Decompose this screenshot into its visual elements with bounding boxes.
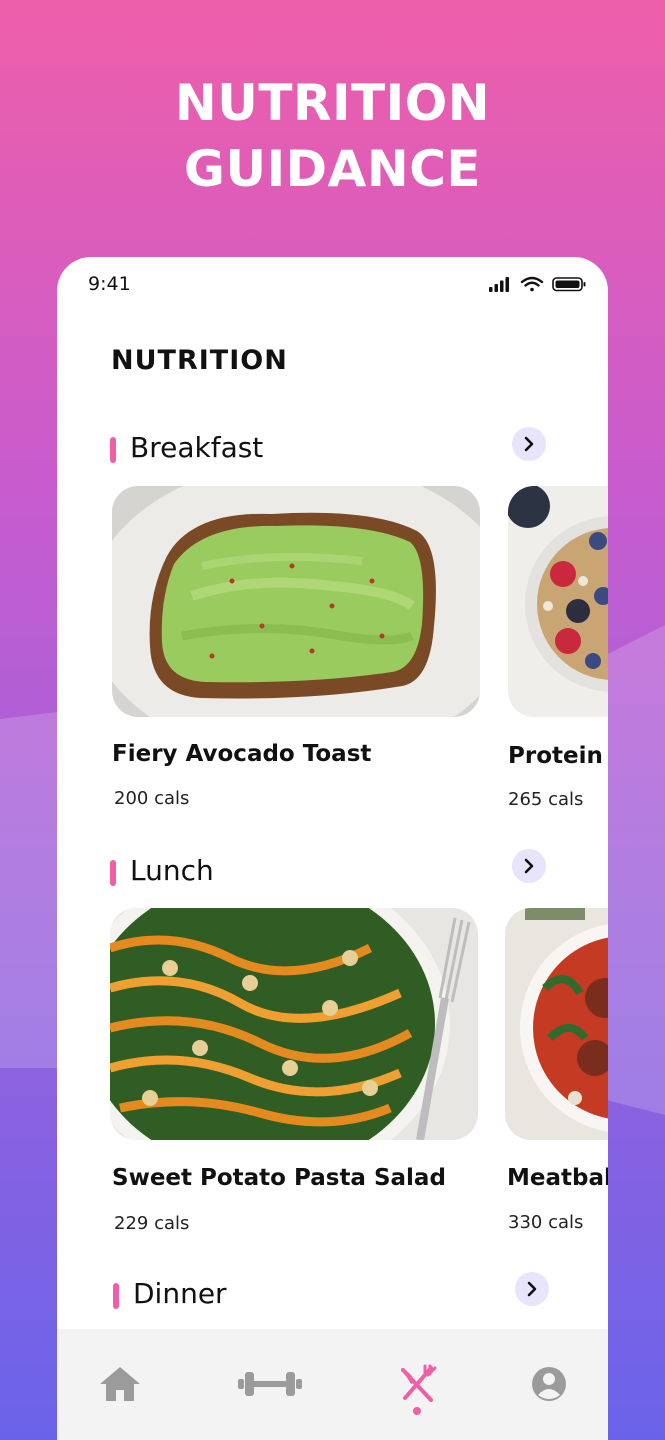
food-calories: 229 cals (114, 1213, 190, 1234)
avocado-toast-image (112, 486, 480, 717)
status-time: 9:41 (88, 273, 131, 295)
bottom-tab-bar (57, 1329, 608, 1440)
page-title: NUTRITION (111, 345, 288, 376)
chevron-right-icon (527, 1281, 537, 1297)
food-calories: 330 cals (508, 1212, 584, 1233)
food-name: Fiery Avocado Toast (112, 741, 372, 767)
food-calories: 200 cals (114, 788, 190, 809)
active-tab-indicator (413, 1407, 421, 1415)
chevron-right-icon (524, 858, 534, 874)
promo-headline: NUTRITION GUIDANCE (0, 70, 665, 202)
section-title-lunch: Lunch (130, 854, 214, 887)
section-title-breakfast: Breakfast (130, 431, 264, 464)
dumbbell-icon (238, 1372, 302, 1396)
food-calories: 265 cals (508, 789, 584, 810)
lunch-see-all-button[interactable] (512, 849, 546, 883)
food-name: Meatbal (507, 1165, 608, 1191)
wifi-icon (520, 276, 544, 292)
headline-line-1: NUTRITION (174, 74, 491, 132)
breakfast-see-all-button[interactable] (512, 427, 546, 461)
tab-nutrition[interactable] (394, 1361, 440, 1407)
tab-home[interactable] (97, 1361, 143, 1407)
tab-workout[interactable] (237, 1361, 303, 1407)
home-icon (100, 1367, 140, 1401)
section-marker (110, 860, 116, 886)
tab-profile[interactable] (526, 1361, 572, 1407)
protein-bowl-image (508, 486, 608, 717)
meatball-image (505, 908, 608, 1140)
background-shape-left (0, 712, 58, 1068)
dinner-see-all-button[interactable] (515, 1272, 549, 1306)
battery-icon (552, 277, 586, 292)
section-marker (110, 437, 116, 463)
headline-line-2: GUIDANCE (183, 140, 482, 198)
section-marker (113, 1283, 119, 1309)
phone-screen: 9:41 NUTRITION Breakfast Fiery Avocado T… (57, 257, 608, 1440)
food-card-meatball[interactable] (505, 908, 608, 1140)
chevron-right-icon (524, 436, 534, 452)
food-name: Protein I (508, 743, 608, 769)
sweet-potato-pasta-image (110, 908, 478, 1140)
food-card-avocado-toast[interactable] (112, 486, 480, 717)
fork-knife-icon (401, 1364, 437, 1402)
food-card-protein-bowl[interactable] (508, 486, 608, 717)
background-shape-right (607, 625, 665, 1115)
section-title-dinner: Dinner (133, 1277, 227, 1310)
signal-icon (489, 277, 509, 292)
food-card-sweet-potato-pasta[interactable] (110, 908, 478, 1140)
status-icons (489, 276, 586, 292)
profile-icon (532, 1367, 566, 1401)
food-name: Sweet Potato Pasta Salad (112, 1165, 446, 1191)
